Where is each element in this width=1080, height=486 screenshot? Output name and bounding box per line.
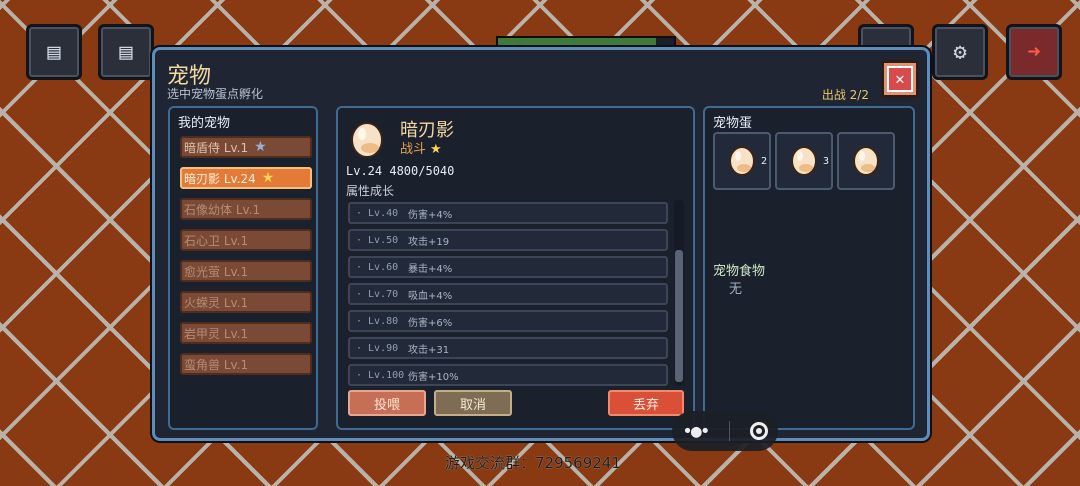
pet-detail-panel: 暗刃影 战斗 ★ Lv.24 4800/5040 属性成长 · Lv.40 伤害+4… (336, 106, 695, 430)
growth-row: · Lv.80 伤害+6% (348, 310, 668, 332)
close-icon: ✕ (887, 66, 913, 92)
deploy-count: 出战 2/2 (821, 88, 869, 102)
pet-list-item[interactable]: 石像幼体 Lv.1 (180, 198, 312, 220)
star-icon: ★ (430, 142, 442, 157)
pet-list-item[interactable]: 岩甲灵 Lv.1 (180, 322, 312, 344)
growth-row: · Lv.100 伤害+10% (348, 364, 668, 386)
close-button[interactable]: ✕ (881, 60, 919, 98)
pet-list-title: 我的宠物 (178, 116, 231, 131)
egg-icon (729, 146, 755, 176)
egg-icon (791, 146, 817, 176)
pet-list-item-selected[interactable]: 暗刃影 Lv.24 ★ (180, 167, 312, 189)
close-capsule-icon[interactable] (749, 422, 768, 440)
egg-slot[interactable] (837, 132, 895, 190)
save-upload-button[interactable]: ▤ (26, 24, 82, 80)
pet-list-item[interactable]: 蛮角兽 Lv.1 (180, 353, 312, 375)
save-download-icon: ▤ (119, 39, 133, 65)
egg-count: 3 (822, 156, 829, 167)
growth-row: · Lv.70 吸血+4% (348, 283, 668, 305)
pet-food-label: 宠物食物 (713, 264, 766, 279)
egg-slot[interactable]: 3 (775, 132, 833, 190)
pet-list-item[interactable]: 暗盾侍 Lv.1 ★ (180, 136, 312, 158)
exit-icon: ➜ (1027, 39, 1041, 65)
egg-icon (351, 122, 383, 158)
growth-scrollbar[interactable] (674, 200, 684, 386)
growth-label: 属性成长 (346, 184, 395, 198)
growth-row: · Lv.90 攻击+31 (348, 337, 668, 359)
pet-list-panel: 我的宠物 暗盾侍 Lv.1 ★ 暗刃影 Lv.24 ★ 石像幼体 Lv.1 石心卫 … (168, 106, 318, 430)
egg-icon (853, 146, 879, 176)
mini-program-capsule: •●• (672, 411, 778, 451)
discard-button[interactable]: 丢弃 (608, 390, 684, 416)
settings-button[interactable]: ⚙ (932, 24, 988, 80)
panel-subtitle: 选中宠物蛋点孵化 (167, 87, 264, 101)
growth-row: · Lv.50 攻击+19 (348, 229, 668, 251)
egg-count: 2 (760, 156, 767, 167)
more-icon[interactable]: •●• (682, 421, 710, 442)
growth-row: · Lv.60 暴击+4% (348, 256, 668, 278)
pet-egg-panel: 宠物蛋 2 3 宠物食物 无 (703, 106, 915, 430)
star-icon: ★ (254, 139, 267, 155)
exit-button[interactable]: ➜ (1006, 24, 1062, 80)
cancel-button[interactable]: 取消 (434, 390, 512, 416)
save-upload-icon: ▤ (47, 39, 61, 65)
save-download-button[interactable]: ▤ (98, 24, 154, 80)
gear-icon: ⚙ (953, 39, 967, 65)
pet-list-item[interactable]: 火蝾灵 Lv.1 (180, 291, 312, 313)
egg-panel-title: 宠物蛋 (713, 116, 753, 131)
egg-slot[interactable]: 2 (713, 132, 771, 190)
pet-list-item[interactable]: 石心卫 Lv.1 (180, 229, 312, 251)
pet-panel: 宠物 选中宠物蛋点孵化 出战 2/2 ✕ 我的宠物 暗盾侍 Lv.1 ★ 暗刃影 … (152, 47, 930, 441)
feed-button[interactable]: 投喂 (348, 390, 426, 416)
footer-group-text: 游戏交流群：729569241 (445, 454, 621, 472)
star-icon: ★ (261, 170, 275, 186)
pet-food-value: 无 (729, 282, 743, 297)
pet-level-exp: Lv.24 4800/5040 (346, 164, 455, 178)
divider (728, 421, 730, 441)
pet-type: 战斗 ★ (400, 142, 442, 157)
growth-row: · Lv.40 伤害+4% (348, 202, 668, 224)
scrollbar-thumb[interactable] (675, 250, 683, 382)
pet-list-item[interactable]: 愈光萤 Lv.1 (180, 260, 312, 282)
